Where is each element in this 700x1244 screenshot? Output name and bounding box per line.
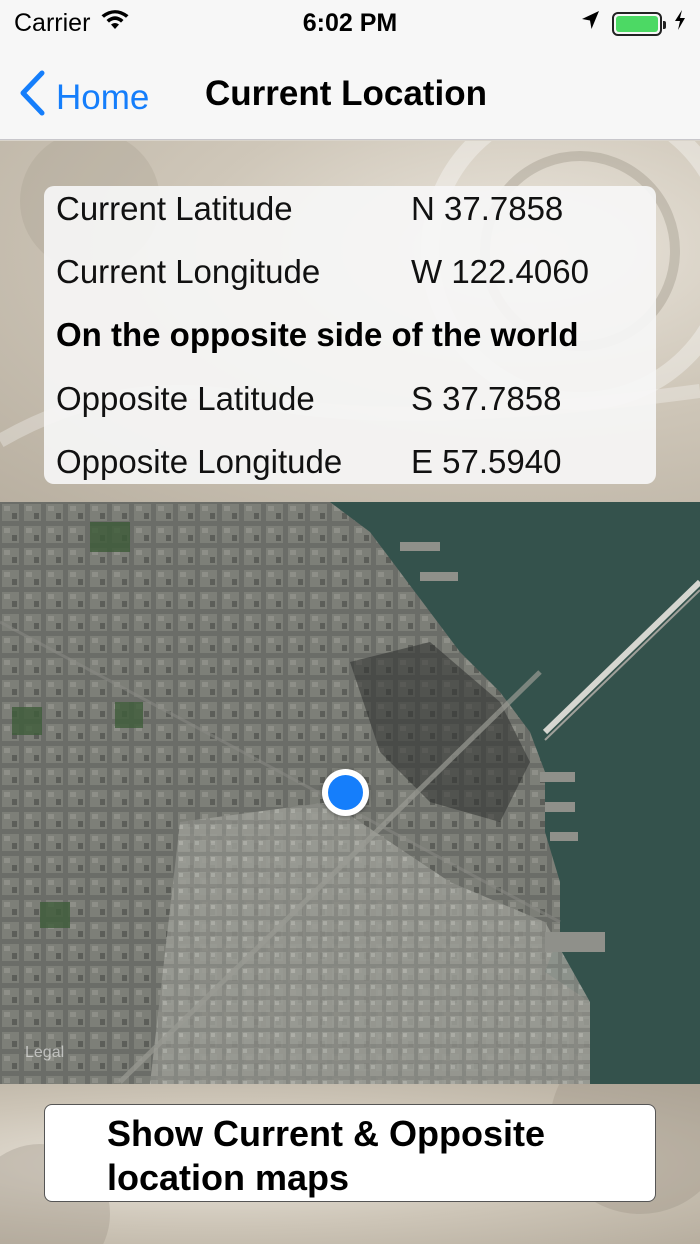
current-latitude-value: N 37.7858 bbox=[411, 190, 564, 227]
opposite-longitude-label: Opposite Longitude bbox=[56, 443, 343, 480]
bolt-icon bbox=[674, 9, 686, 38]
battery-level bbox=[616, 15, 658, 32]
battery-cap bbox=[663, 20, 666, 29]
page-title: Current Location bbox=[205, 74, 487, 113]
show-maps-button[interactable]: Show Current & Opposite location maps bbox=[44, 1104, 656, 1202]
navigation-bar: Home Current Location bbox=[0, 48, 700, 140]
show-maps-button-label: Show Current & Opposite location maps bbox=[107, 1113, 546, 1198]
opposite-latitude-value: S 37.7858 bbox=[411, 380, 562, 417]
location-info-panel: Current Latitude N 37.7858 Current Longi… bbox=[44, 186, 656, 484]
opposite-heading: On the opposite side of the world bbox=[56, 316, 579, 353]
current-latitude-label: Current Latitude bbox=[56, 190, 293, 227]
back-button[interactable]: Home bbox=[18, 70, 149, 125]
current-longitude-value: W 122.4060 bbox=[411, 253, 589, 290]
current-longitude-label: Current Longitude bbox=[56, 253, 321, 290]
chevron-left-icon bbox=[18, 70, 46, 125]
opposite-longitude-value: E 57.5940 bbox=[411, 443, 562, 480]
battery-icon bbox=[612, 11, 666, 36]
user-location-dot bbox=[322, 769, 369, 816]
user-location-dot-inner bbox=[328, 775, 363, 810]
map-legal-link[interactable]: Legal bbox=[25, 1044, 64, 1062]
opposite-latitude-label: Opposite Latitude bbox=[56, 380, 315, 417]
location-arrow-icon bbox=[580, 9, 600, 38]
status-right bbox=[580, 9, 686, 38]
back-button-label: Home bbox=[56, 77, 150, 117]
status-bar: Carrier 6:02 PM bbox=[0, 0, 700, 48]
